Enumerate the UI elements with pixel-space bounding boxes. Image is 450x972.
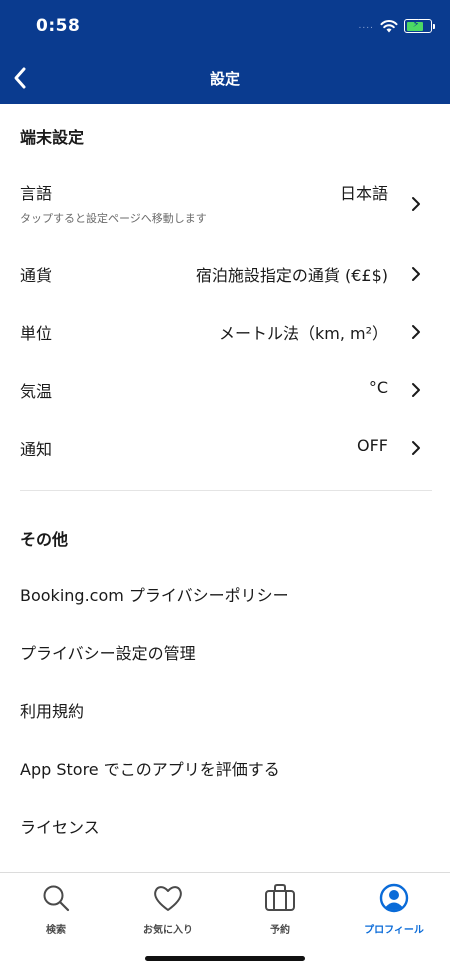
rate-app-link[interactable]: App Store でこのアプリを評価する (20, 756, 280, 780)
terms-link[interactable]: 利用規約 (20, 698, 84, 722)
tab-label: プロフィール (364, 925, 424, 936)
chevron-right-icon (412, 383, 420, 397)
suitcase-icon (263, 881, 297, 915)
chevron-right-icon (412, 197, 420, 211)
tab-search[interactable]: 検索 (0, 881, 112, 941)
settings-row-language[interactable]: 言語 日本語 タップすると設定ページへ移動します (0, 172, 450, 225)
tab-label: お気に入り (143, 925, 193, 936)
row-subtext: タップすると設定ページへ移動します (20, 212, 207, 225)
licenses-link[interactable]: ライセンス (20, 814, 100, 838)
status-icons: .... ⚡ (358, 16, 435, 36)
app-header: 0:58 .... ⚡ 設定 (0, 0, 450, 104)
settings-row-currency[interactable]: 通貨 宿泊施設指定の通貨 (€£$) (0, 250, 450, 298)
settings-row-notifications[interactable]: 通知 OFF (0, 424, 450, 472)
privacy-policy-link[interactable]: Booking.com プライバシーポリシー (20, 582, 289, 606)
heart-icon (151, 881, 185, 915)
page-title: 設定 (209, 70, 240, 88)
row-value: °C (368, 378, 388, 397)
wifi-icon (380, 20, 398, 33)
tab-profile[interactable]: プロフィール (338, 881, 450, 941)
privacy-settings-link[interactable]: プライバシー設定の管理 (20, 640, 196, 664)
section-divider (20, 490, 432, 491)
search-icon (39, 881, 73, 915)
tab-bookings[interactable]: 予約 (224, 881, 336, 941)
row-label: 言語 (20, 184, 53, 203)
row-value: 宿泊施設指定の通貨 (€£$) (195, 266, 388, 285)
row-value: OFF (357, 436, 388, 455)
row-label: 通貨 (20, 266, 53, 285)
chevron-right-icon (412, 325, 420, 339)
status-time: 0:58 (36, 16, 81, 36)
row-value: メートル法（km, m²） (218, 324, 388, 343)
chevron-right-icon (412, 267, 420, 281)
signal-icon: .... (358, 21, 374, 31)
tab-label: 予約 (270, 925, 290, 936)
row-label: 気温 (20, 382, 53, 401)
row-value: 日本語 (339, 184, 388, 203)
settings-row-temperature[interactable]: 気温 °C (0, 366, 450, 414)
home-indicator (145, 956, 305, 961)
tab-label: 検索 (46, 925, 66, 936)
row-label: 単位 (20, 324, 53, 343)
battery-icon: ⚡ (404, 19, 435, 33)
profile-icon (377, 881, 411, 915)
other-heading: その他 (20, 530, 69, 549)
settings-row-units[interactable]: 単位 メートル法（km, m²） (0, 308, 450, 356)
device-settings-heading: 端末設定 (20, 128, 85, 147)
row-label: 通知 (20, 440, 53, 459)
tab-favorites[interactable]: お気に入り (112, 881, 224, 941)
chevron-right-icon (412, 441, 420, 455)
